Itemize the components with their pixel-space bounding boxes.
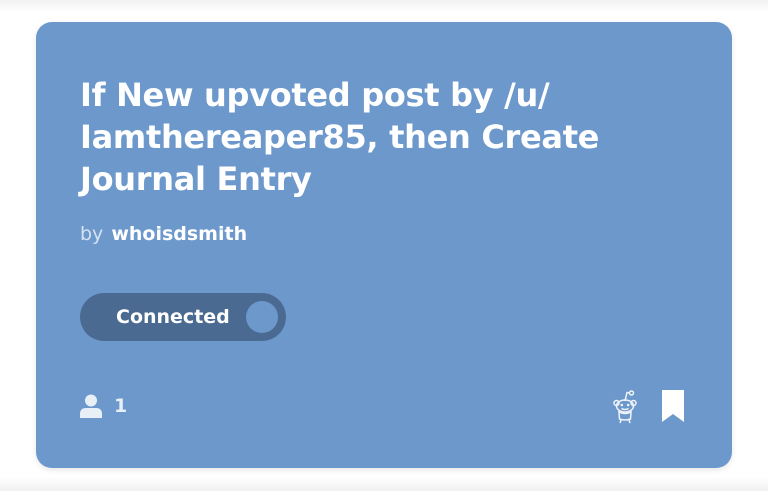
bookmark-icon[interactable] <box>662 390 684 422</box>
user-icon <box>80 394 102 418</box>
by-label: by <box>80 223 104 245</box>
users-count: 1 <box>80 394 127 418</box>
applet-author: by whoisdsmith <box>80 222 247 246</box>
previous-card-edge <box>0 0 768 12</box>
page: If New upvoted post by /u/ Iamthereaper8… <box>0 0 768 491</box>
next-card-edge <box>0 477 768 491</box>
applet-card[interactable]: If New upvoted post by /u/ Iamthereaper8… <box>36 22 732 468</box>
users-count-value: 1 <box>114 395 128 417</box>
author-name[interactable]: whoisdsmith <box>111 223 247 245</box>
applet-title[interactable]: If New upvoted post by /u/ Iamthereaper8… <box>80 74 600 200</box>
toggle-label: Connected <box>116 306 230 328</box>
connected-toggle[interactable]: Connected <box>80 293 286 341</box>
reddit-icon <box>613 390 637 424</box>
toggle-knob <box>246 301 278 333</box>
